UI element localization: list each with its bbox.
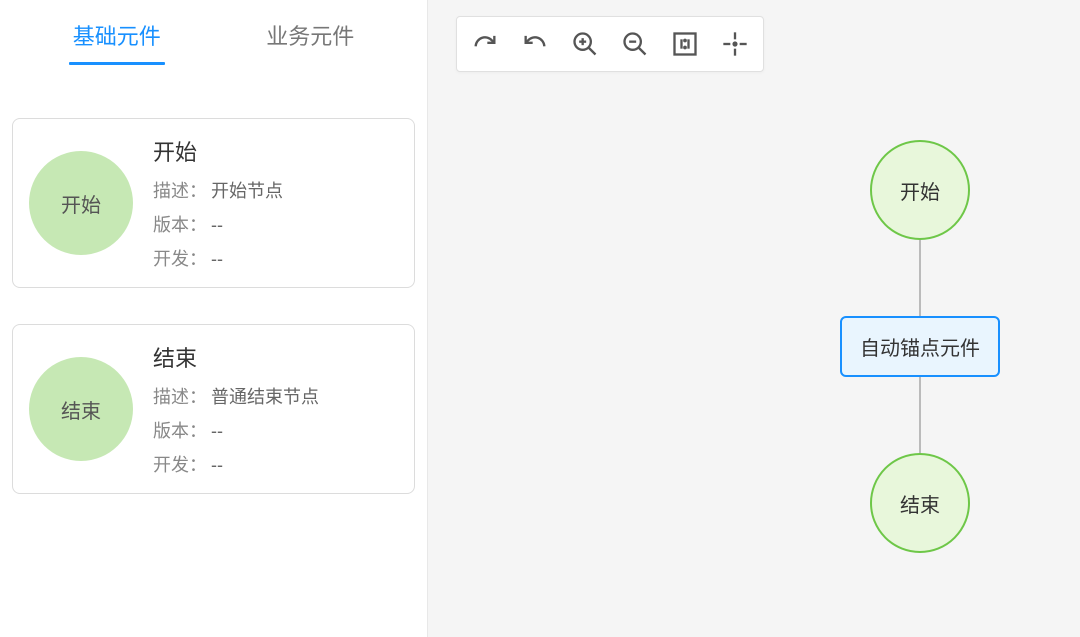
dev-value: --: [211, 249, 223, 269]
sidebar-tabs: 基础元件 业务元件: [0, 0, 427, 70]
center-button[interactable]: [717, 26, 753, 62]
component-desc-row: 描述：普通结束节点: [153, 383, 319, 409]
center-icon: [721, 30, 749, 58]
dev-label: 开发：: [153, 455, 207, 475]
dev-value: --: [211, 455, 223, 475]
component-version-row: 版本：--: [153, 211, 283, 237]
sidebar-content: 开始 开始 描述：开始节点 版本：-- 开发：-- 结束 结束: [0, 70, 427, 518]
zoom-out-button[interactable]: [617, 26, 653, 62]
undo-icon: [521, 30, 549, 58]
flow-node-start[interactable]: 开始: [870, 140, 970, 240]
desc-label: 描述：: [153, 387, 207, 407]
zoom-in-button[interactable]: [567, 26, 603, 62]
fit-1-1-icon: [671, 30, 699, 58]
component-title: 开始: [153, 135, 283, 167]
end-node-thumb-label: 结束: [61, 395, 101, 424]
component-dev-row: 开发：--: [153, 451, 319, 477]
start-node-thumb-label: 开始: [61, 189, 101, 218]
component-version-row: 版本：--: [153, 417, 319, 443]
version-value: --: [211, 421, 223, 441]
component-card-end[interactable]: 结束 结束 描述：普通结束节点 版本：-- 开发：--: [12, 324, 415, 494]
component-card-start[interactable]: 开始 开始 描述：开始节点 版本：-- 开发：--: [12, 118, 415, 288]
undo-button[interactable]: [517, 26, 553, 62]
component-dev-row: 开发：--: [153, 245, 283, 271]
version-label: 版本：: [153, 421, 207, 441]
zoom-in-icon: [571, 30, 599, 58]
flow-edge: [919, 377, 921, 453]
component-info: 开始 描述：开始节点 版本：-- 开发：--: [153, 135, 283, 271]
version-label: 版本：: [153, 215, 207, 235]
version-value: --: [211, 215, 223, 235]
fit-1-1-button[interactable]: [667, 26, 703, 62]
desc-label: 描述：: [153, 181, 207, 201]
flow-edge: [919, 240, 921, 316]
flow-node-auto-anchor[interactable]: 自动锚点元件: [840, 316, 1000, 377]
redo-button[interactable]: [467, 26, 503, 62]
desc-value: 开始节点: [211, 181, 283, 201]
component-title: 结束: [153, 341, 319, 373]
canvas[interactable]: 开始 自动锚点元件 结束: [428, 0, 1080, 637]
flow-node-end[interactable]: 结束: [870, 453, 970, 553]
sidebar: 基础元件 业务元件 开始 开始 描述：开始节点 版本：-- 开发：--: [0, 0, 428, 637]
canvas-toolbar: [456, 16, 764, 72]
tab-basic-components[interactable]: 基础元件: [69, 9, 165, 61]
redo-icon: [471, 30, 499, 58]
tab-business-components[interactable]: 业务元件: [262, 9, 358, 61]
dev-label: 开发：: [153, 249, 207, 269]
flow-diagram: 开始 自动锚点元件 结束: [820, 140, 1020, 553]
start-node-thumb: 开始: [29, 151, 133, 255]
component-info: 结束 描述：普通结束节点 版本：-- 开发：--: [153, 341, 319, 477]
end-node-thumb: 结束: [29, 357, 133, 461]
desc-value: 普通结束节点: [211, 387, 319, 407]
zoom-out-icon: [621, 30, 649, 58]
component-desc-row: 描述：开始节点: [153, 177, 283, 203]
